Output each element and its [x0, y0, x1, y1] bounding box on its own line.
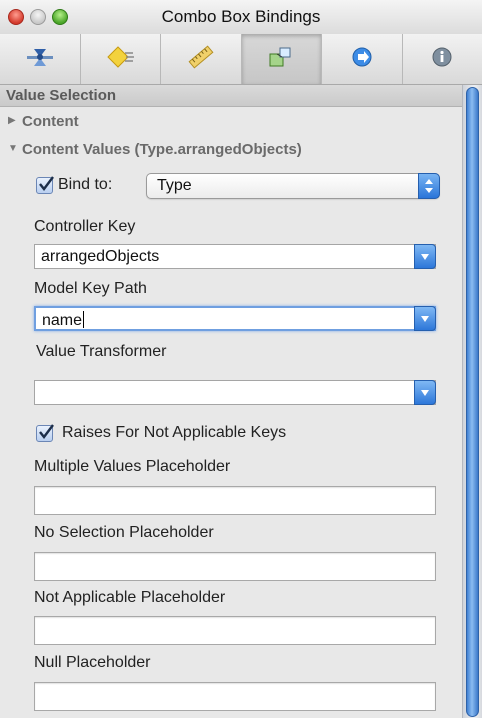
no-selection-placeholder-field[interactable]: [34, 552, 436, 581]
bind-to-checkbox[interactable]: [36, 176, 54, 194]
null-placeholder-label: Null Placeholder: [34, 654, 151, 671]
value-transformer-combobox[interactable]: [34, 380, 436, 405]
not-applicable-placeholder-label: Not Applicable Placeholder: [34, 589, 226, 606]
no-selection-placeholder-label: No Selection Placeholder: [34, 524, 214, 541]
vertical-scrollbar[interactable]: [462, 85, 482, 718]
bind-to-value: Type: [157, 177, 192, 194]
checkmark-icon: [39, 424, 54, 439]
content-binding-row[interactable]: Content: [22, 113, 79, 130]
section-value-selection[interactable]: Value Selection: [0, 85, 462, 107]
model-key-path-input[interactable]: name: [42, 311, 85, 330]
content-values-binding-row[interactable]: Content Values (Type.arrangedObjects): [22, 141, 302, 158]
raises-for-not-applicable-checkbox[interactable]: [36, 424, 54, 442]
tab-attributes[interactable]: [0, 34, 81, 84]
effects-inspector-icon: [105, 44, 135, 75]
disclosure-expanded-icon[interactable]: ▼: [8, 143, 18, 154]
disclosure-collapsed-icon[interactable]: ▶: [8, 115, 16, 126]
tab-effects[interactable]: [81, 34, 161, 84]
identity-inspector-icon: [427, 44, 457, 75]
not-applicable-placeholder-field[interactable]: [34, 616, 436, 645]
bind-to-label: Bind to:: [58, 176, 113, 193]
raises-for-not-applicable-label: Raises For Not Applicable Keys: [62, 424, 287, 441]
bind-to-popup[interactable]: Type: [146, 173, 440, 199]
value-transformer-label: Value Transformer: [36, 343, 167, 360]
null-placeholder-field[interactable]: [34, 682, 436, 711]
title-bar: Combo Box Bindings: [0, 0, 482, 35]
combo-dropdown-icon[interactable]: [414, 380, 436, 405]
multiple-values-placeholder-label: Multiple Values Placeholder: [34, 458, 231, 475]
model-key-path-label: Model Key Path: [34, 280, 147, 297]
attributes-inspector-icon: [25, 44, 55, 75]
controller-key-label: Controller Key: [34, 218, 136, 235]
model-key-path-combobox[interactable]: name: [34, 306, 436, 331]
tab-connections[interactable]: [322, 34, 403, 84]
model-key-path-value: name: [42, 312, 83, 329]
multiple-values-placeholder-field[interactable]: [34, 486, 436, 515]
tab-bindings[interactable]: [241, 34, 322, 84]
combo-dropdown-icon[interactable]: [414, 244, 436, 269]
connections-inspector-icon: [347, 44, 377, 75]
text-caret: [83, 311, 85, 328]
bindings-panel: Value Selection ▶ Content ▼ Content Valu…: [0, 85, 462, 718]
controller-key-combobox[interactable]: arrangedObjects: [34, 244, 436, 269]
tab-identity[interactable]: [403, 34, 482, 84]
checkmark-icon: [39, 176, 54, 191]
controller-key-value: arrangedObjects: [41, 248, 160, 265]
scrollbar-thumb[interactable]: [466, 87, 479, 717]
combo-dropdown-icon[interactable]: [414, 306, 436, 331]
ruler-icon: [186, 44, 216, 75]
popup-arrows-icon: [418, 173, 440, 199]
inspector-toolbar: [0, 34, 482, 85]
window-title: Combo Box Bindings: [161, 7, 321, 26]
tab-size[interactable]: [161, 34, 242, 84]
bindings-inspector-icon: [266, 44, 296, 75]
